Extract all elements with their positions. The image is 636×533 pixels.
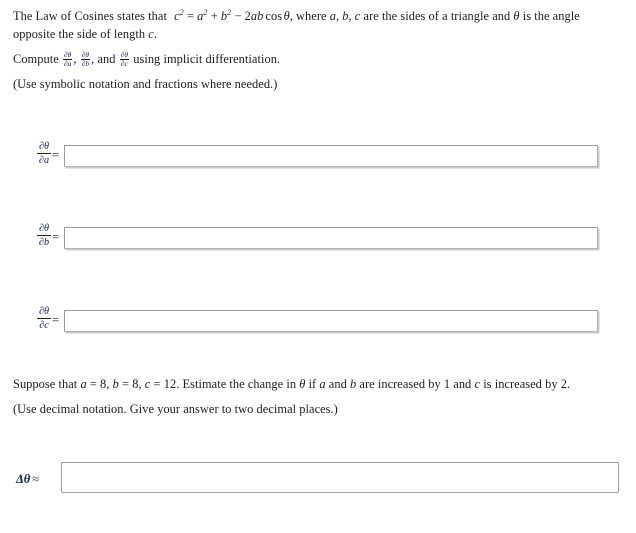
- equation-term2-exponent: 2: [227, 7, 232, 17]
- suppose-b-equals: =: [122, 377, 130, 391]
- inline-fraction-3-numerator: ∂θ: [120, 49, 129, 59]
- suppose-b-variable: b: [112, 377, 119, 391]
- row2-numerator: ∂θ: [38, 223, 50, 234]
- answer-label-delta-theta: Δθ ≈: [16, 472, 39, 487]
- delta-theta-symbol: Δθ: [16, 472, 31, 486]
- compute-lead: Compute: [13, 52, 59, 66]
- row3-numerator: ∂θ: [38, 306, 50, 317]
- equation-cosine-function: cos: [265, 9, 283, 23]
- inline-fraction-1-denominator: ∂a: [62, 59, 73, 69]
- intro-lead: The Law of Cosines states that: [13, 9, 167, 23]
- answer-row-dtheta-da: ∂θ ∂a =: [0, 141, 636, 171]
- suppose-b-ref: b: [350, 377, 357, 391]
- equation-term3-variables: ab: [250, 9, 264, 23]
- answer-row-delta-theta: Δθ ≈: [0, 462, 636, 496]
- suppose-a-ref: a: [319, 377, 326, 391]
- intro-period: .: [153, 27, 157, 41]
- suppose-mid-3: and: [328, 377, 347, 391]
- compute-separator-2: , and: [91, 52, 116, 66]
- suppose-a-equals: =: [89, 377, 97, 391]
- row3-denominator: ∂c: [36, 318, 52, 331]
- note-decimal-notation: (Use decimal notation. Give your answer …: [13, 402, 338, 416]
- answer-row-dtheta-db: ∂θ ∂b =: [0, 223, 636, 253]
- problem-page: The Law of Cosines states that c 2 = a 2 +…: [0, 0, 636, 533]
- equation-minus: −: [234, 9, 242, 23]
- answer-input-dtheta-dc[interactable]: [64, 310, 598, 332]
- inline-fraction-dtheta-dc: ∂θ ∂c: [119, 49, 130, 69]
- suppose-c-equals: =: [153, 377, 161, 391]
- fraction-dtheta-dc: ∂θ ∂c: [36, 306, 52, 332]
- fraction-dtheta-da: ∂θ ∂a: [36, 141, 52, 167]
- equation-plus: +: [210, 9, 218, 23]
- intro-variable-list: a, b, c: [329, 9, 361, 23]
- row2-equals-sign: =: [52, 230, 60, 244]
- answer-row-dtheta-dc: ∂θ ∂c =: [0, 306, 636, 336]
- equation-term1-exponent: 2: [203, 7, 208, 17]
- suppose-c-variable: c: [144, 377, 151, 391]
- answer-input-dtheta-da[interactable]: [64, 145, 598, 167]
- approximately-equals-sign: ≈: [32, 472, 40, 486]
- inline-fraction-dtheta-da: ∂θ ∂a: [62, 49, 73, 69]
- fraction-dtheta-db: ∂θ ∂b: [36, 223, 52, 249]
- suppose-mid-5: and: [453, 377, 472, 391]
- row2-denominator: ∂b: [36, 235, 52, 249]
- intro-theta-symbol: θ: [513, 9, 520, 23]
- compute-tail: using implicit differentiation.: [133, 52, 281, 66]
- suppose-a-variable: a: [80, 377, 87, 391]
- inline-fraction-dtheta-db: ∂θ ∂b: [80, 49, 91, 69]
- row3-equals-sign: =: [52, 313, 60, 327]
- suppose-mid-2: if: [308, 377, 317, 391]
- suppose-comma-2: ,: [138, 377, 142, 391]
- suppose-c-value: 12: [163, 377, 177, 391]
- suppose-mid-1: . Estimate the change in: [176, 377, 297, 391]
- equation-theta: θ: [283, 9, 290, 23]
- suppose-comma-1: ,: [106, 377, 110, 391]
- row1-numerator: ∂θ: [38, 141, 50, 152]
- equation-equals: =: [186, 9, 195, 23]
- compute-separator-1: ,: [73, 52, 77, 66]
- suppose-mid-4: are increased by: [359, 377, 441, 391]
- problem-statement-suppose: Suppose that a = 8, b = 8, c = 12. Estim…: [13, 375, 625, 393]
- suppose-lead: Suppose that: [13, 377, 78, 391]
- inline-fraction-3-denominator: ∂c: [119, 59, 130, 69]
- answer-input-delta-theta[interactable]: [61, 462, 619, 493]
- suppose-theta-symbol: θ: [299, 377, 306, 391]
- row1-denominator: ∂a: [36, 153, 52, 167]
- suppose-end-period: .: [566, 377, 571, 391]
- intro-tail-1: , where: [289, 9, 327, 23]
- row1-equals-sign: =: [52, 148, 60, 162]
- equation-lhs-exponent: 2: [179, 7, 184, 17]
- intro-tail-2: are the sides of a triangle and: [363, 9, 511, 23]
- inline-fraction-2-denominator: ∂b: [80, 59, 91, 69]
- inline-fraction-1-numerator: ∂θ: [63, 49, 72, 59]
- note-symbolic-notation: (Use symbolic notation and fractions whe…: [13, 77, 278, 91]
- inline-fraction-2-numerator: ∂θ: [81, 49, 90, 59]
- compute-instruction: Compute ∂θ ∂a , ∂θ ∂b , and ∂θ ∂c using …: [13, 50, 473, 69]
- suppose-c-ref: c: [474, 377, 481, 391]
- suppose-mid-6: is increased by: [483, 377, 558, 391]
- problem-statement-intro: The Law of Cosines states that c2 = a2 +…: [13, 7, 625, 43]
- answer-input-dtheta-db[interactable]: [64, 227, 598, 249]
- suppose-delta-ab: 1: [443, 377, 451, 391]
